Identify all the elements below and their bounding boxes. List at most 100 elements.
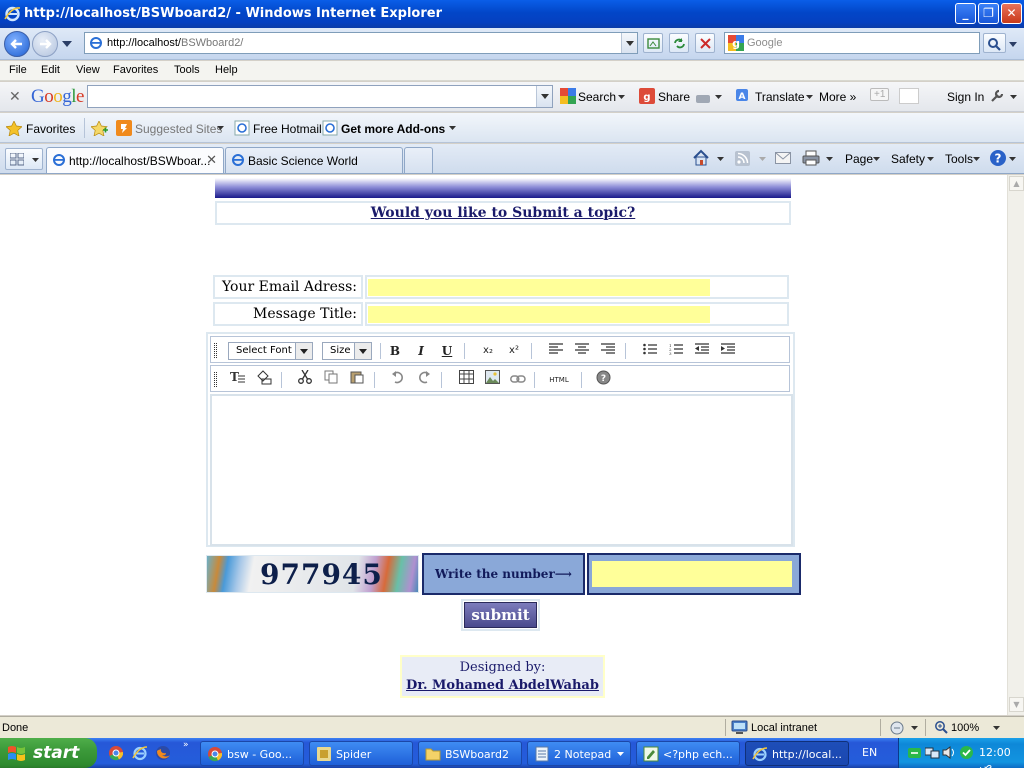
insert-table-button[interactable] [456, 370, 476, 390]
italic-button[interactable]: I [411, 341, 431, 361]
tab-basic-science-world[interactable]: Basic Science World [225, 147, 403, 173]
scroll-down-arrow-icon[interactable]: ▼ [1009, 697, 1024, 712]
submit-topic-link[interactable]: Would you like to Submit a topic? [371, 205, 636, 221]
superscript-button[interactable]: x² [504, 341, 524, 361]
share-button[interactable]: Share [658, 90, 690, 104]
tray-app-icon[interactable] [907, 745, 922, 760]
paste-button[interactable] [347, 370, 367, 390]
security-check-icon[interactable] [959, 745, 974, 760]
history-dropdown-icon[interactable] [62, 41, 72, 47]
back-button[interactable] [4, 31, 30, 57]
toolbar-grip[interactable] [214, 343, 217, 358]
insert-link-button[interactable] [508, 370, 528, 390]
help-button[interactable]: ? [593, 370, 613, 390]
menu-favorites[interactable]: Favorites [113, 64, 158, 76]
search-options-dropdown-icon[interactable] [1009, 42, 1017, 47]
refresh-button[interactable] [669, 33, 689, 53]
chevron-down-icon[interactable] [715, 95, 722, 99]
chevron-down-icon[interactable] [759, 157, 766, 161]
home-icon[interactable] [692, 149, 710, 166]
align-center-button[interactable] [572, 341, 592, 361]
tools-menu-button[interactable]: Tools [945, 152, 973, 166]
editor-text-area[interactable] [210, 394, 793, 546]
underline-button[interactable]: U [437, 341, 457, 361]
add-favorite-icon[interactable] [91, 121, 108, 136]
get-more-addons-link[interactable]: Get more Add-ons [341, 122, 445, 136]
close-window-button[interactable]: ✕ [1001, 3, 1022, 24]
menu-file[interactable]: File [9, 64, 27, 76]
chevron-down-icon[interactable] [618, 95, 625, 99]
designer-name-link[interactable]: Dr. Mohamed AbdelWahab [402, 678, 603, 693]
chevron-down-icon[interactable] [217, 126, 224, 130]
bullet-list-button[interactable] [640, 341, 660, 361]
google-search-dropdown[interactable] [536, 86, 552, 107]
menu-tools[interactable]: Tools [174, 64, 200, 76]
toolbar-grip[interactable] [214, 372, 217, 387]
chevron-down-icon[interactable] [873, 157, 880, 161]
search-field[interactable]: g Google [724, 32, 980, 54]
new-tab-button[interactable] [404, 147, 433, 173]
text-color-button[interactable]: T [228, 370, 248, 390]
redo-button[interactable] [414, 370, 434, 390]
subscript-button[interactable]: x₂ [478, 341, 498, 361]
feeds-icon[interactable] [735, 151, 750, 166]
language-indicator[interactable]: EN [862, 746, 877, 759]
align-right-button[interactable] [598, 341, 618, 361]
chevron-down-icon[interactable] [806, 95, 813, 99]
insert-image-button[interactable] [482, 370, 502, 390]
safety-menu-button[interactable]: Safety [891, 152, 925, 166]
scroll-up-arrow-icon[interactable]: ▲ [1009, 176, 1024, 191]
google-search-button[interactable]: Search [578, 90, 616, 104]
read-mail-icon[interactable] [775, 152, 791, 164]
google-search-input[interactable] [87, 85, 553, 108]
search-button[interactable] [983, 33, 1006, 53]
taskbar-item-ie[interactable]: http://local... [745, 741, 849, 766]
quick-tabs-button[interactable] [5, 148, 43, 170]
indent-button[interactable] [718, 341, 738, 361]
favorites-button[interactable]: Favorites [26, 122, 75, 136]
address-field[interactable]: http://localhost/BSWboard2/ [84, 32, 638, 54]
translate-button[interactable]: Translate [755, 90, 805, 104]
wrench-icon[interactable] [989, 88, 1005, 104]
minimize-button[interactable]: _ [955, 3, 976, 24]
network-icon[interactable] [925, 745, 940, 760]
outdent-button[interactable] [692, 341, 712, 361]
background-color-button[interactable] [254, 370, 274, 390]
chevron-down-icon[interactable] [449, 126, 456, 130]
maximize-button[interactable]: ❐ [978, 3, 999, 24]
quick-launch-overflow-icon[interactable]: » [183, 740, 189, 750]
print-icon[interactable] [802, 150, 820, 166]
chevron-down-icon[interactable] [826, 157, 833, 161]
align-left-button[interactable] [546, 341, 566, 361]
size-select[interactable]: Size [322, 342, 372, 360]
submit-button[interactable]: submit [464, 602, 537, 628]
menu-view[interactable]: View [76, 64, 100, 76]
more-button[interactable]: More » [819, 90, 856, 104]
chevron-down-icon[interactable] [993, 726, 1000, 730]
sign-in-button[interactable]: Sign In [947, 90, 984, 104]
menu-help[interactable]: Help [215, 64, 238, 76]
message-title-field[interactable] [368, 306, 710, 323]
address-dropdown-button[interactable] [621, 33, 637, 53]
chevron-down-icon[interactable] [1010, 95, 1017, 99]
html-mode-button[interactable]: HTML [545, 370, 573, 390]
chrome-icon[interactable] [108, 745, 124, 761]
highlight-icon[interactable] [696, 91, 712, 107]
email-field[interactable] [368, 279, 710, 296]
taskbar-item-spider[interactable]: Spider [309, 741, 413, 766]
chevron-down-icon[interactable] [717, 157, 724, 161]
close-tab-icon[interactable]: ✕ [206, 152, 217, 168]
ie-quicklaunch-icon[interactable] [132, 745, 148, 761]
chevron-down-icon[interactable] [911, 726, 918, 730]
window-title-bar[interactable]: http://localhost/BSWboard2/ - Windows In… [0, 0, 1024, 28]
taskbar-item-editor[interactable]: <?php ech... [636, 741, 740, 766]
plus-one-button[interactable]: +1 [870, 88, 890, 101]
chevron-down-icon[interactable] [927, 157, 934, 161]
volume-icon[interactable] [942, 745, 957, 760]
firefox-icon[interactable] [155, 745, 171, 761]
close-toolbar-icon[interactable]: ✕ [9, 88, 21, 105]
taskbar-item-notepad[interactable]: 2 Notepad [527, 741, 631, 766]
taskbar-item-folder[interactable]: BSWboard2 [418, 741, 522, 766]
stop-button[interactable] [695, 33, 715, 53]
zoom-level[interactable]: 100% [951, 722, 979, 734]
